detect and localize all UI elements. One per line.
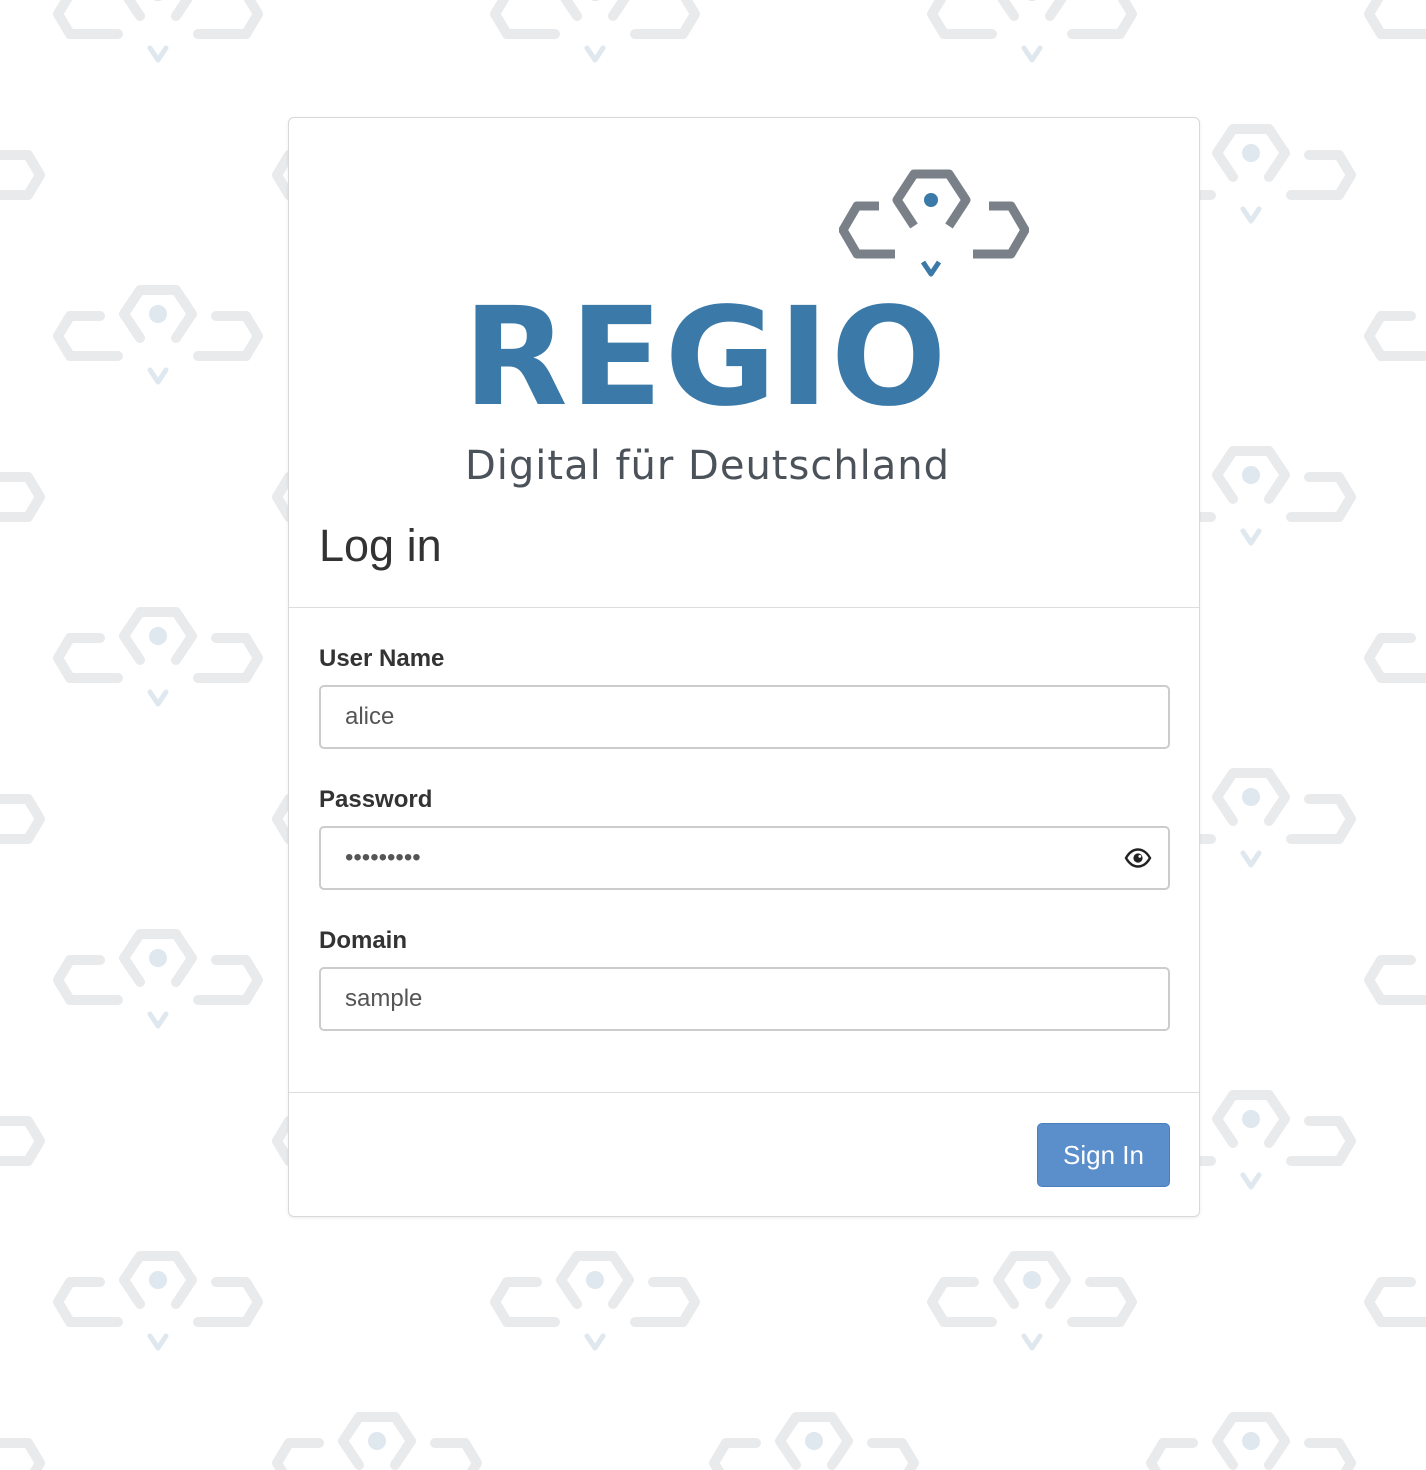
domain-field[interactable] [319,967,1170,1031]
password-field[interactable] [319,826,1170,890]
sign-in-button[interactable]: Sign In [1037,1123,1170,1187]
eye-icon [1124,848,1152,868]
domain-label: Domain [319,927,408,954]
login-form: User Name Password Domain [289,608,1199,1093]
username-label: User Name [319,645,445,672]
logo-wordmark: REGIO [463,279,949,437]
username-field[interactable] [319,685,1170,749]
login-card: REGIO Digital für Deutschland Log in Use… [288,117,1200,1217]
card-header: REGIO Digital für Deutschland Log in [289,118,1199,608]
logo-tagline: Digital für Deutschland [465,443,951,489]
show-password-toggle[interactable] [1121,841,1155,875]
regio-logo: REGIO Digital für Deutschland [459,158,1029,488]
card-footer: Sign In [289,1093,1199,1218]
password-label: Password [319,786,433,813]
page-title: Log in [319,520,442,571]
logo-mark-icon [839,169,1029,277]
